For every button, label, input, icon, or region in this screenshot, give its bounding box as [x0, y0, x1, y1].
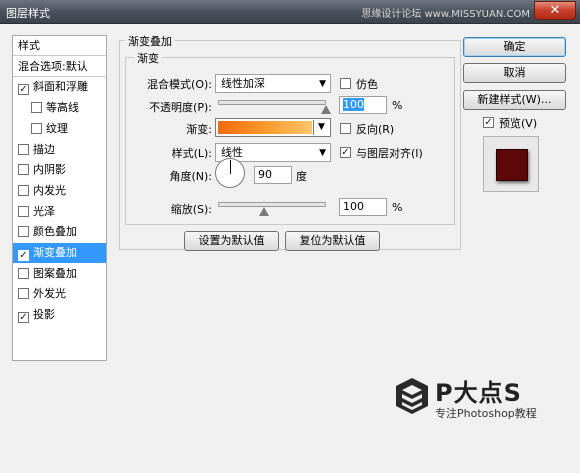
- style-list-item[interactable]: 图案叠加: [13, 264, 106, 284]
- style-list-item-label: 斜面和浮雕: [33, 80, 88, 93]
- preview-label: 预览(V): [499, 117, 538, 130]
- style-list-item-label: 光泽: [33, 205, 55, 218]
- style-list-item-label: 描边: [33, 143, 55, 156]
- group-title-gradient: 渐变: [134, 50, 162, 66]
- style-list-item-label: 等高线: [46, 101, 79, 114]
- scale-slider-track[interactable]: [218, 202, 326, 207]
- set-as-default-button[interactable]: 设置为默认值: [184, 231, 279, 251]
- style-list-checkbox[interactable]: [18, 288, 29, 299]
- preview-checkbox[interactable]: ✓: [483, 117, 494, 128]
- style-list-item[interactable]: 内阴影: [13, 160, 106, 180]
- opacity-slider-thumb[interactable]: [321, 105, 331, 114]
- style-list-item-label: 样式: [18, 39, 40, 52]
- style-list-item-label: 内阴影: [33, 163, 66, 176]
- gradient-picker[interactable]: ▼: [215, 118, 331, 137]
- style-list-checkbox[interactable]: [31, 123, 42, 134]
- watermark-text: 思缘设计论坛 www.MISSYUAN.COM: [361, 9, 530, 20]
- opacity-value: 100: [343, 98, 364, 111]
- gradient-dropdown[interactable]: ▼: [313, 120, 329, 135]
- style-list-checkbox[interactable]: [18, 164, 29, 175]
- style-list-checkbox[interactable]: [18, 226, 29, 237]
- scale-label: 缩放(S):: [170, 203, 212, 216]
- style-list-checkbox[interactable]: ✓: [18, 250, 29, 261]
- style-list-item[interactable]: ✓ 渐变叠加: [13, 243, 106, 263]
- opacity-slider-track[interactable]: [218, 100, 326, 105]
- scale-input[interactable]: 100: [339, 198, 387, 216]
- style-list-item[interactable]: 混合选项:默认: [13, 57, 106, 77]
- chevron-down-icon: ▼: [319, 79, 326, 89]
- angle-label: 角度(N):: [169, 170, 212, 183]
- group-title-gradient-overlay: 渐变叠加: [125, 33, 175, 49]
- angle-value: 90: [258, 168, 272, 181]
- align-with-layer-checkbox[interactable]: ✓: [340, 147, 351, 158]
- new-style-button[interactable]: 新建样式(W)...: [463, 90, 566, 110]
- style-list-item[interactable]: 描边: [13, 140, 106, 160]
- scale-slider-thumb[interactable]: [259, 207, 270, 216]
- style-list-checkbox[interactable]: ✓: [18, 312, 29, 323]
- style-list-checkbox[interactable]: [18, 268, 29, 279]
- style-list-item-label: 纹理: [46, 122, 68, 135]
- style-list-item[interactable]: ✓ 斜面和浮雕: [13, 77, 106, 97]
- style-list-checkbox[interactable]: ✓: [18, 84, 29, 95]
- gradient-style-value: 线性: [221, 146, 243, 159]
- opacity-unit: %: [392, 99, 403, 112]
- opacity-label: 不透明度(P):: [149, 101, 212, 114]
- style-list-item[interactable]: 外发光: [13, 284, 106, 304]
- style-list-item[interactable]: 样式: [13, 36, 106, 56]
- style-list-item[interactable]: ✓ 投影: [13, 305, 106, 325]
- chevron-down-icon: ▼: [319, 148, 326, 158]
- gradient-style-label: 样式(L):: [171, 147, 212, 160]
- brand-logo-icon: [396, 378, 428, 414]
- style-list-checkbox[interactable]: [18, 206, 29, 217]
- brand-tagline: 专注Photoshop教程: [435, 407, 537, 420]
- gradient-preview[interactable]: [218, 121, 312, 134]
- angle-input[interactable]: 90: [254, 166, 292, 184]
- scale-unit: %: [392, 201, 403, 214]
- style-list-item-label: 外发光: [33, 287, 66, 300]
- dither-label: 仿色: [356, 78, 378, 91]
- style-list-item[interactable]: 颜色叠加: [13, 222, 106, 242]
- gradient-label: 渐变:: [186, 123, 212, 136]
- style-list-checkbox[interactable]: [18, 144, 29, 155]
- gradient-group: 渐变 混合模式(O): 线性加深 ▼ 仿色 不透明度(P): 100 % 渐变:…: [125, 50, 455, 225]
- style-list-item-label: 颜色叠加: [33, 225, 77, 238]
- cancel-button[interactable]: 取消: [463, 63, 566, 83]
- style-list-item-label: 内发光: [33, 184, 66, 197]
- window-title: 图层样式: [6, 7, 50, 20]
- brand-name: P大点S: [435, 379, 522, 407]
- scale-value: 100: [343, 200, 364, 213]
- reverse-label: 反向(R): [356, 123, 395, 136]
- opacity-input[interactable]: 100: [339, 96, 387, 114]
- style-list-item-label: 投影: [33, 308, 55, 321]
- reset-to-default-button[interactable]: 复位为默认值: [285, 231, 380, 251]
- style-list-item-label: 混合选项:默认: [18, 60, 88, 73]
- style-preview: [483, 136, 539, 192]
- angle-dial-hand: [230, 160, 231, 174]
- brand-watermark: P大点S 专注Photoshop教程: [395, 373, 560, 433]
- blend-mode-value: 线性加深: [221, 77, 265, 90]
- preview-swatch: [496, 149, 528, 181]
- dither-checkbox[interactable]: [340, 78, 351, 89]
- style-list-checkbox[interactable]: [31, 102, 42, 113]
- angle-dial[interactable]: [215, 158, 245, 188]
- style-list-item-label: 图案叠加: [33, 267, 77, 280]
- style-list-item-label: 渐变叠加: [33, 246, 77, 259]
- close-icon: ✕: [549, 3, 561, 18]
- style-list-item[interactable]: 光泽: [13, 202, 106, 222]
- style-list-checkbox[interactable]: [18, 185, 29, 196]
- style-list-item[interactable]: 纹理: [13, 119, 106, 139]
- close-button[interactable]: ✕: [534, 1, 576, 20]
- reverse-checkbox[interactable]: [340, 123, 351, 134]
- angle-unit: 度: [296, 170, 307, 183]
- style-list: 样式混合选项:默认 ✓ 斜面和浮雕等高线纹理描边内阴影内发光光泽颜色叠加 ✓ 渐变叠加图…: [12, 35, 107, 361]
- title-bar[interactable]: 图层样式 思缘设计论坛 www.MISSYUAN.COM ✕: [0, 0, 580, 24]
- style-list-item[interactable]: 内发光: [13, 181, 106, 201]
- chevron-down-icon: ▼: [318, 122, 325, 132]
- blend-mode-label: 混合模式(O):: [147, 78, 212, 91]
- style-list-item[interactable]: 等高线: [13, 98, 106, 118]
- ok-button[interactable]: 确定: [463, 37, 566, 57]
- blend-mode-select[interactable]: 线性加深 ▼: [215, 74, 331, 93]
- align-with-layer-label: 与图层对齐(I): [356, 147, 423, 160]
